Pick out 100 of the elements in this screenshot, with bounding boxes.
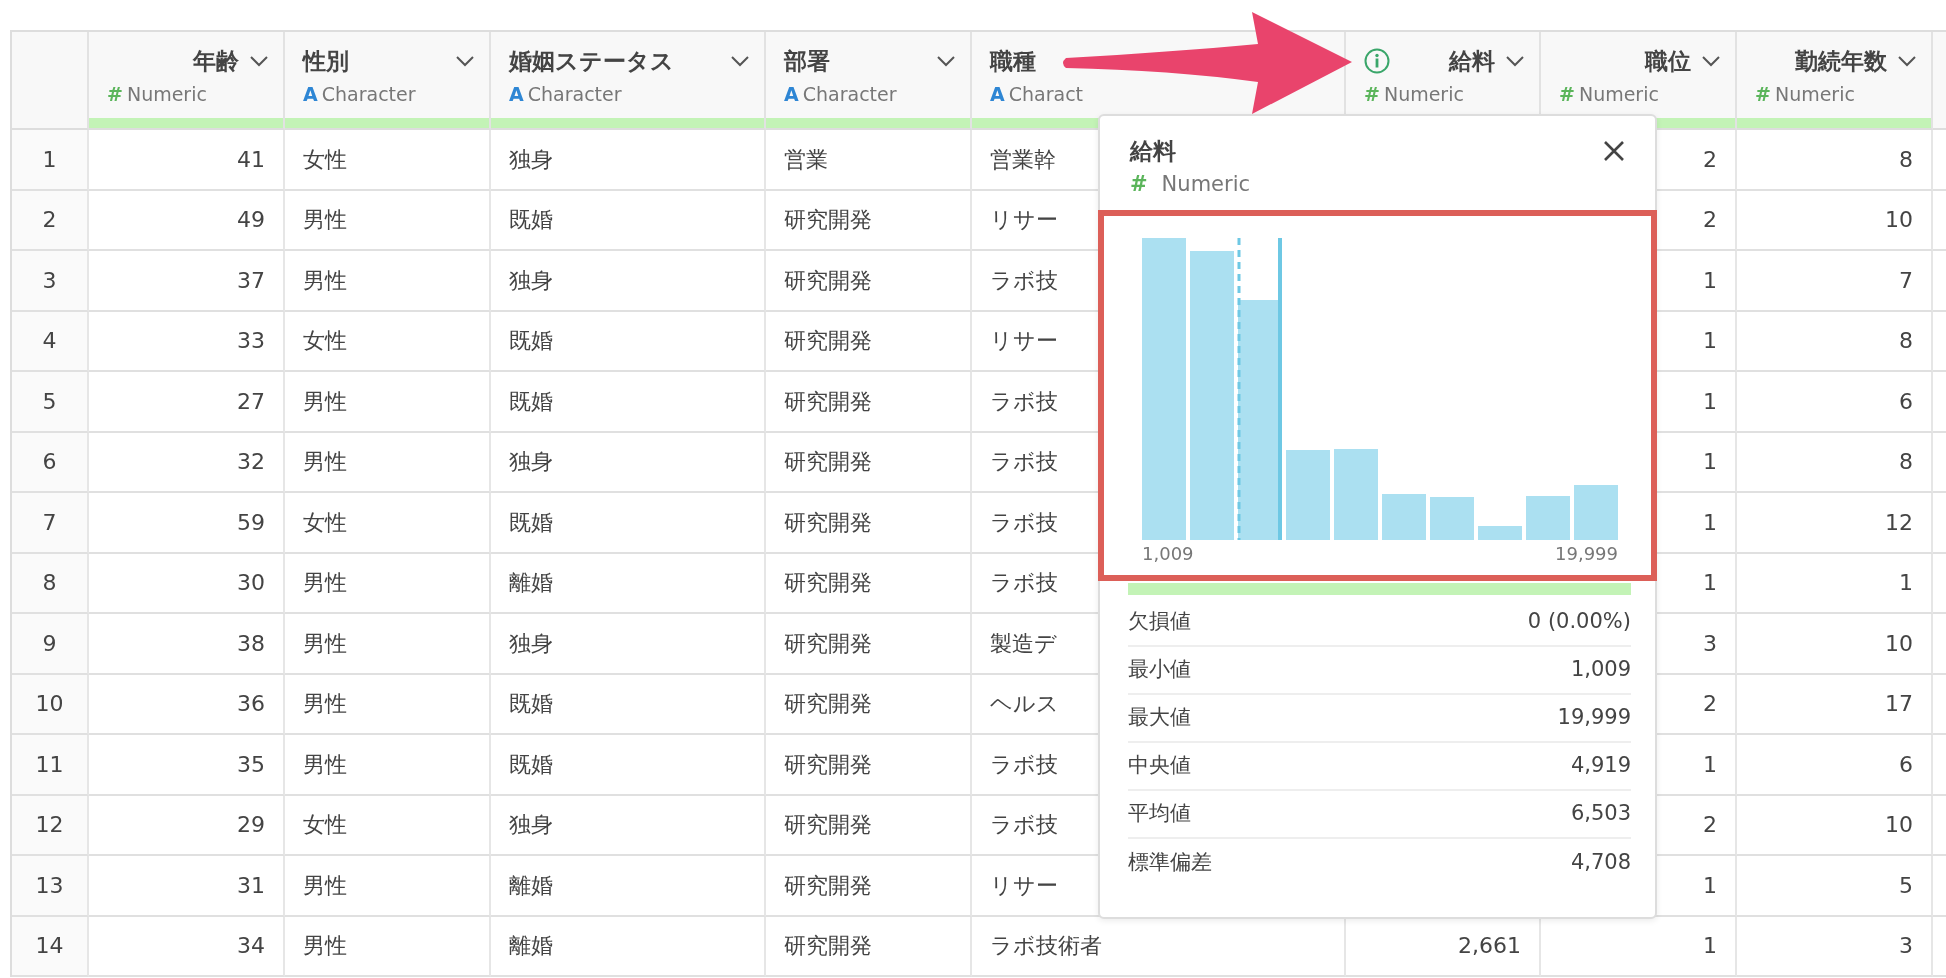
character-type-icon: A xyxy=(509,80,524,109)
table-cell: 研究開発 xyxy=(766,856,972,917)
column-type: Charact xyxy=(1008,82,1084,107)
column-name: 職位 xyxy=(1645,46,1691,76)
table-cell: 59 xyxy=(89,493,285,554)
table-cell: 研究開発 xyxy=(766,916,972,977)
numeric-type-icon: # xyxy=(1559,80,1575,109)
table-cell: 男性 xyxy=(285,251,491,312)
table-cell: 男性 xyxy=(285,372,491,433)
row-number: 12 xyxy=(12,795,89,856)
table-cell: 離婚 xyxy=(491,916,766,977)
column-type: Character xyxy=(802,82,897,107)
table-cell: 男性 xyxy=(285,856,491,917)
table-cell: 37 xyxy=(89,251,285,312)
chevron-down-icon[interactable] xyxy=(455,55,475,67)
row-number: 5 xyxy=(12,372,89,433)
chevron-down-icon[interactable] xyxy=(936,55,956,67)
stat-label: 平均値 xyxy=(1128,800,1191,828)
column-header[interactable]: 婚姻ステータス A Character xyxy=(491,32,766,130)
chevron-down-icon[interactable] xyxy=(1701,55,1721,67)
table-cell: 男性 xyxy=(285,190,491,251)
table-cell: 8 xyxy=(1737,130,1933,191)
table-cell: 30 xyxy=(89,553,285,614)
numeric-type-icon: # xyxy=(1755,80,1771,109)
histogram-bar xyxy=(1382,494,1426,540)
table-cell: 既婚 xyxy=(491,674,766,735)
close-icon[interactable] xyxy=(1603,140,1625,162)
table-cell: 6 xyxy=(1737,372,1933,433)
table-cell: 32 xyxy=(89,432,285,493)
table-cell: 男性 xyxy=(285,674,491,735)
table-cell: 女性 xyxy=(285,311,491,372)
table-cell: 独身 xyxy=(491,795,766,856)
table-cell: 研究開発 xyxy=(766,674,972,735)
table-cell: 独身 xyxy=(491,251,766,312)
table-cell: 既婚 xyxy=(491,372,766,433)
stat-label: 最大値 xyxy=(1128,704,1191,732)
table-cell: 研究開発 xyxy=(766,493,972,554)
chevron-down-icon[interactable] xyxy=(1505,55,1525,67)
row-number: 14 xyxy=(12,916,89,977)
table-cell: 1 xyxy=(1737,553,1933,614)
column-name: 性別 xyxy=(303,46,349,76)
table-cell: 研究開発 xyxy=(766,251,972,312)
row-number: 7 xyxy=(12,493,89,554)
table-cell: 8 xyxy=(1737,432,1933,493)
table-cell: 既婚 xyxy=(491,311,766,372)
table-cell: 研究開発 xyxy=(766,190,972,251)
table-cell: 3 xyxy=(1737,916,1933,977)
table-cell: 男性 xyxy=(285,553,491,614)
table-cell: 34 xyxy=(89,916,285,977)
character-type-icon: A xyxy=(784,80,799,109)
chevron-down-icon[interactable] xyxy=(249,55,269,67)
numeric-type-icon: # xyxy=(1364,80,1380,109)
chevron-down-icon[interactable] xyxy=(1897,55,1917,67)
table-cell: 既婚 xyxy=(491,735,766,796)
table-cell: 41 xyxy=(89,130,285,191)
column-name: 年齢 xyxy=(193,46,239,76)
stat-label: 中央値 xyxy=(1128,752,1191,780)
table-cell: 36 xyxy=(89,674,285,735)
table-cell: 既婚 xyxy=(491,493,766,554)
chevron-down-icon[interactable] xyxy=(730,55,750,67)
histogram-bar xyxy=(1574,485,1618,540)
column-header[interactable]: 職位 # Numeric xyxy=(1541,32,1737,130)
table-cell: 女性 xyxy=(285,795,491,856)
column-name: 給料 xyxy=(1449,46,1495,76)
histogram-bar xyxy=(1430,497,1474,540)
table-cell: 6 xyxy=(1737,735,1933,796)
histogram-bar xyxy=(1526,496,1570,540)
column-header[interactable]: 勤続年数 # Numeric xyxy=(1737,32,1933,130)
row-number: 6 xyxy=(12,432,89,493)
column-type: Character xyxy=(527,82,622,107)
column-name: 勤続年数 xyxy=(1795,46,1887,76)
table-cell: 女性 xyxy=(285,493,491,554)
table-cell: 10 xyxy=(1737,190,1933,251)
stat-value: 19,999 xyxy=(1557,704,1631,732)
column-header[interactable]: 性別 A Character xyxy=(285,32,491,130)
column-type: Numeric xyxy=(1774,82,1855,107)
table-cell: 研究開発 xyxy=(766,311,972,372)
table-cell: 10 xyxy=(1737,795,1933,856)
stat-value: 4,919 xyxy=(1570,752,1631,780)
table-cell: 研究開発 xyxy=(766,553,972,614)
table-cell: 29 xyxy=(89,795,285,856)
row-number: 2 xyxy=(12,190,89,251)
table-cell: 独身 xyxy=(491,130,766,191)
table-cell: 男性 xyxy=(285,432,491,493)
table-cell: 12 xyxy=(1737,493,1933,554)
column-name: 職種 xyxy=(990,46,1036,76)
column-type: Numeric xyxy=(1578,82,1659,107)
table-cell: 女性 xyxy=(285,130,491,191)
column-type: Numeric xyxy=(126,82,207,107)
row-number: 3 xyxy=(12,251,89,312)
histogram-bar xyxy=(1478,526,1522,540)
column-name: 婚姻ステータス xyxy=(509,46,674,76)
row-number: 8 xyxy=(12,553,89,614)
column-header[interactable]: 年齢 # Numeric xyxy=(89,32,285,130)
table-cell: 27 xyxy=(89,372,285,433)
character-type-icon: A xyxy=(303,80,318,109)
column-type: Numeric xyxy=(1383,82,1464,107)
table-cell: 5 xyxy=(1737,856,1933,917)
column-header[interactable]: 部署 A Character xyxy=(766,32,972,130)
table-cell: 8 xyxy=(1737,311,1933,372)
